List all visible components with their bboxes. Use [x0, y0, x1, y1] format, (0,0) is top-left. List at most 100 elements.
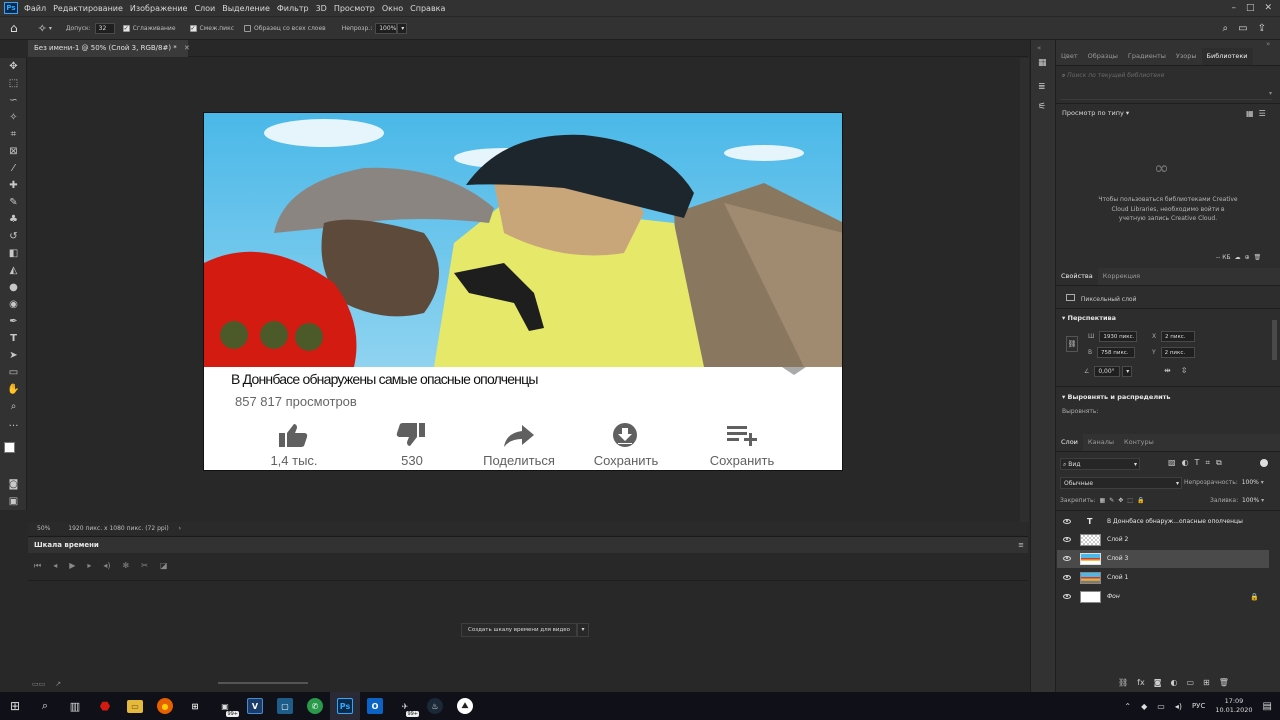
- marquee-tool-icon[interactable]: ⬚: [6, 77, 21, 91]
- render-icon[interactable]: ↗: [55, 680, 61, 688]
- canvas-scrollbar[interactable]: [1020, 58, 1029, 522]
- zoom-tool-icon[interactable]: ⌕: [6, 400, 21, 414]
- adjustment-layer-icon[interactable]: ◐: [1170, 678, 1177, 687]
- layer-row-text[interactable]: T В Доннбасе обнаруж...опасные ополченцы: [1057, 513, 1269, 531]
- history-panel-icon[interactable]: ▦: [1038, 58, 1047, 68]
- antialias-checkbox[interactable]: ✓: [122, 24, 130, 32]
- notifications-icon[interactable]: ▤: [1263, 701, 1272, 712]
- flip-horizontal-icon[interactable]: ⇹: [1164, 366, 1171, 375]
- tab-libraries[interactable]: Библиотеки: [1201, 48, 1253, 65]
- grid-view-icon[interactable]: ▦: [1246, 109, 1254, 118]
- healing-brush-icon[interactable]: ✚: [6, 179, 21, 193]
- tab-adjustments[interactable]: Коррекция: [1098, 272, 1145, 285]
- split-icon[interactable]: ✂: [141, 561, 148, 571]
- collapse-right-icon[interactable]: »: [1266, 40, 1270, 48]
- angle-input[interactable]: 0,00°: [1094, 366, 1121, 377]
- taskbar-app-mountain[interactable]: ⛰: [450, 692, 480, 720]
- show-hidden-icons-icon[interactable]: ⌃: [1124, 702, 1131, 711]
- layer-opacity-chevron-icon[interactable]: ▾: [1261, 479, 1264, 486]
- menu-layers[interactable]: Слои: [194, 4, 215, 13]
- share-icon[interactable]: ⇪: [1258, 23, 1266, 34]
- start-button[interactable]: ⊞: [0, 692, 30, 720]
- lasso-tool-icon[interactable]: ∽: [6, 94, 21, 108]
- hand-tool-icon[interactable]: ✋: [6, 383, 21, 397]
- status-chevron-icon[interactable]: ›: [179, 525, 181, 532]
- transition-icon[interactable]: ◪: [160, 561, 168, 571]
- tab-properties[interactable]: Свойства: [1056, 268, 1098, 285]
- lock-all-icon[interactable]: 🔒: [1137, 497, 1144, 504]
- panel-menu-icon[interactable]: ≡: [1018, 537, 1024, 553]
- magic-wand-tool-icon[interactable]: ✧: [6, 111, 21, 125]
- minimize-icon[interactable]: –: [1231, 3, 1236, 13]
- trash-icon[interactable]: 🗑: [1254, 254, 1262, 261]
- opacity-input[interactable]: 100%: [375, 22, 398, 34]
- collapse-icon[interactable]: «: [1037, 44, 1041, 52]
- taskbar-whatsapp[interactable]: ✆: [300, 692, 330, 720]
- link-dimensions-icon[interactable]: ⛓: [1066, 336, 1078, 352]
- blend-mode-select[interactable]: Обычные ▾: [1060, 477, 1182, 489]
- blur-tool-icon[interactable]: ◉: [6, 298, 21, 312]
- clock[interactable]: 17:09 10.01.2020: [1215, 697, 1252, 715]
- photoshop-logo-icon[interactable]: Ps: [4, 2, 18, 14]
- clone-stamp-icon[interactable]: ♣: [6, 213, 21, 227]
- list-view-icon[interactable]: ☰: [1259, 109, 1266, 118]
- tab-paths[interactable]: Контуры: [1119, 438, 1159, 451]
- taskbar-vegas[interactable]: V: [240, 692, 270, 720]
- document-tab[interactable]: Без имени-1 @ 50% (Слой 3, RGB/8#) * ✕: [28, 40, 190, 57]
- layer-style-icon[interactable]: fx: [1137, 678, 1145, 687]
- close-icon[interactable]: ✕: [1264, 3, 1272, 13]
- tab-gradients[interactable]: Градиенты: [1123, 52, 1171, 65]
- dodge-tool-icon[interactable]: ●: [6, 281, 21, 295]
- home-icon[interactable]: ⌂: [10, 21, 18, 35]
- taskbar-outlook[interactable]: O: [360, 692, 390, 720]
- filter-pixel-icon[interactable]: ▨: [1168, 458, 1176, 468]
- tab-layers[interactable]: Слои: [1056, 434, 1083, 451]
- menu-window[interactable]: Окно: [382, 4, 403, 13]
- fill-value[interactable]: 100%: [1242, 497, 1259, 504]
- video-action-4[interactable]: Сохранить: [682, 421, 802, 468]
- settings-icon[interactable]: ✻: [123, 561, 130, 571]
- foreground-color-swatch[interactable]: [4, 442, 15, 453]
- taskbar-app-frame[interactable]: ▢: [270, 692, 300, 720]
- view-by-type[interactable]: Просмотр по типу ▾: [1062, 109, 1129, 117]
- taskbar-store[interactable]: ⊞: [180, 692, 210, 720]
- eraser-tool-icon[interactable]: ◧: [6, 247, 21, 261]
- eyedropper-tool-icon[interactable]: ⁄: [6, 162, 21, 176]
- create-video-timeline-button[interactable]: Создать шкалу времени для видео: [461, 623, 578, 637]
- taskbar-app-red[interactable]: ⬣: [90, 692, 120, 720]
- visibility-eye-icon[interactable]: [1063, 575, 1071, 580]
- brush-tool-icon[interactable]: ✎: [6, 196, 21, 210]
- search-button[interactable]: ⌕: [30, 692, 60, 720]
- crop-tool-icon[interactable]: ⌗: [6, 128, 21, 142]
- workspace-icon[interactable]: ▭: [1238, 23, 1247, 34]
- pen-tool-icon[interactable]: ✒: [6, 315, 21, 329]
- task-view-button[interactable]: ▥: [60, 692, 90, 720]
- convert-frames-icon[interactable]: ▭▭: [32, 680, 45, 688]
- layer-row-background[interactable]: Фон 🔒: [1057, 588, 1269, 606]
- y-input[interactable]: 2 пикс.: [1160, 347, 1195, 358]
- transform-chevron-icon[interactable]: ▾: [1062, 314, 1065, 322]
- next-frame-icon[interactable]: ▸: [87, 561, 91, 571]
- menu-3d[interactable]: 3D: [316, 4, 327, 13]
- audio-icon[interactable]: ◂): [103, 561, 110, 571]
- menu-edit[interactable]: Редактирование: [53, 4, 123, 13]
- video-action-1[interactable]: 530: [352, 421, 472, 468]
- properties-scrollbar[interactable]: [1272, 320, 1277, 360]
- search-icon[interactable]: ⌕: [1223, 23, 1229, 34]
- rectangle-tool-icon[interactable]: ▭: [6, 366, 21, 380]
- tab-patterns[interactable]: Узоры: [1171, 52, 1202, 65]
- filter-toggle[interactable]: [1260, 459, 1268, 467]
- taskbar-firefox[interactable]: ●: [150, 692, 180, 720]
- path-selection-icon[interactable]: ➤: [6, 349, 21, 363]
- delete-layer-icon[interactable]: 🗑: [1219, 678, 1229, 687]
- taskbar-steam[interactable]: ♨: [420, 692, 450, 720]
- library-select[interactable]: ▾: [1060, 90, 1272, 100]
- add-library-icon[interactable]: ⊕: [1245, 254, 1250, 261]
- zoom-level[interactable]: 50%: [37, 525, 50, 532]
- lock-position-icon[interactable]: ✥: [1118, 497, 1123, 504]
- tab-channels[interactable]: Каналы: [1083, 438, 1119, 451]
- frame-tool-icon[interactable]: ⊠: [6, 145, 21, 159]
- filter-adjust-icon[interactable]: ◐: [1182, 458, 1189, 468]
- input-language[interactable]: РУС: [1192, 702, 1205, 710]
- menu-image[interactable]: Изображение: [130, 4, 188, 13]
